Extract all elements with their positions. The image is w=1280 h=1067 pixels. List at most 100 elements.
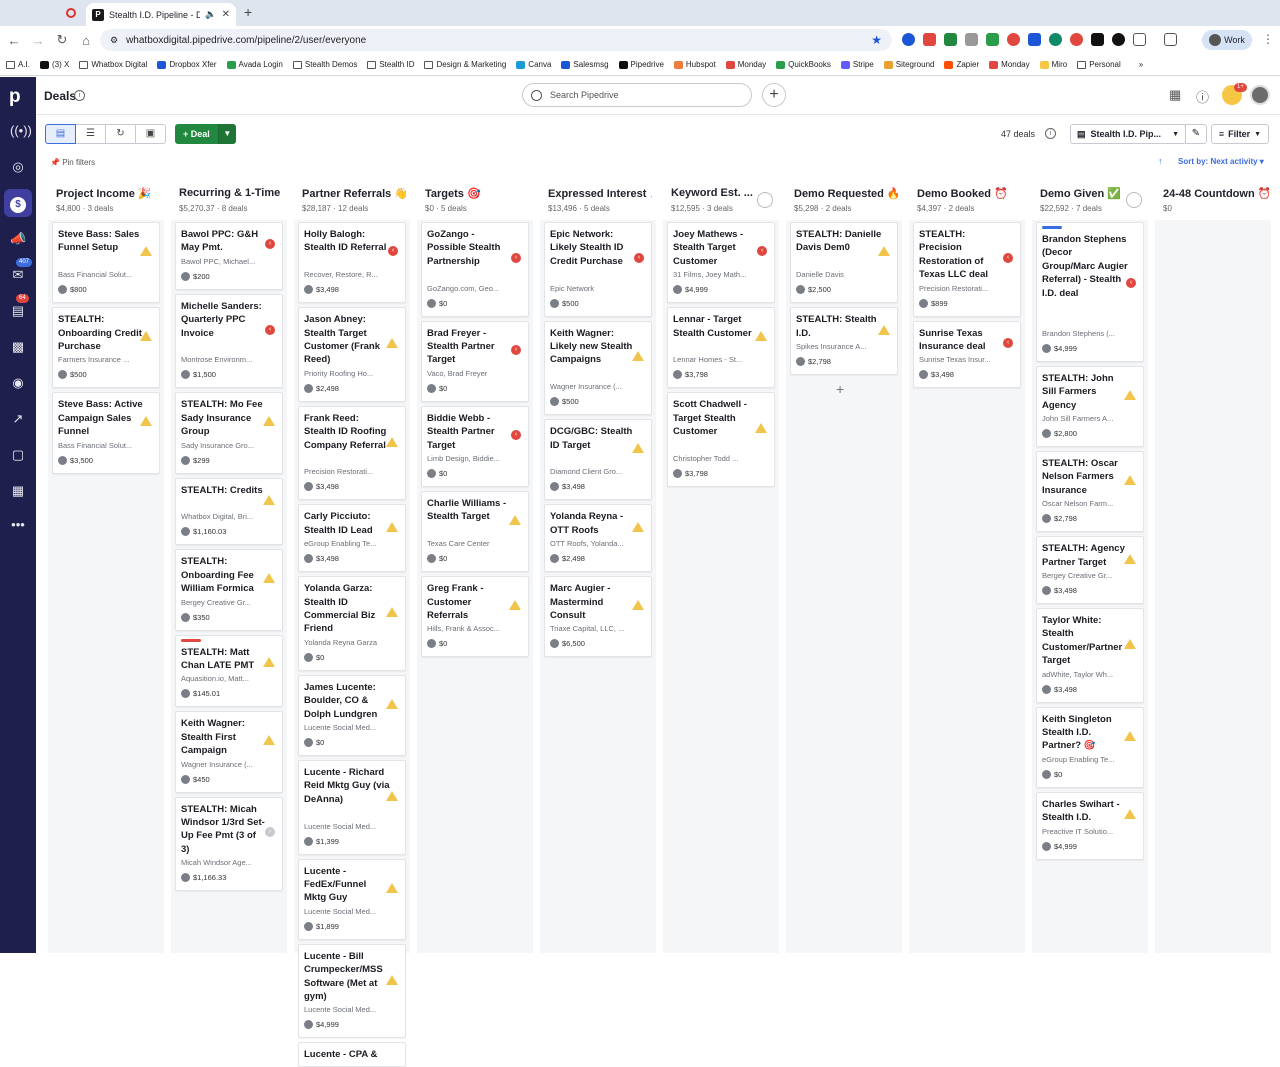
no-activity-warning-icon[interactable] [509, 600, 521, 611]
no-activity-warning-icon[interactable] [755, 423, 767, 434]
store-icon[interactable]: ▦ [1169, 87, 1181, 103]
deal-title[interactable]: Sunrise Texas Insurance deal [919, 327, 1005, 354]
deal-card[interactable]: STEALTH: Mo Fee Sady Insurance Group Sady… [175, 392, 283, 474]
forward-icon[interactable]: → [26, 33, 50, 48]
bookmark-item[interactable]: Canva [516, 60, 551, 69]
url-bar[interactable]: ⚙ whatboxdigital.pipedrive.com/pipeline/… [100, 29, 892, 51]
deal-title[interactable]: STEALTH: Onboarding Fee William Formica [181, 555, 267, 595]
no-activity-warning-icon[interactable] [386, 521, 398, 532]
filter-button[interactable]: ≡ Filter ▼ [1211, 124, 1269, 144]
deal-title[interactable]: James Lucente: Boulder, CO & Dolph Lundg… [304, 681, 390, 721]
deal-title[interactable]: STEALTH: Credits [181, 484, 267, 497]
no-activity-warning-icon[interactable] [1124, 638, 1136, 649]
add-deal-button[interactable]: + Deal ▼ [175, 124, 236, 144]
bookmark-item[interactable]: Personal [1077, 60, 1121, 69]
campaigns-icon[interactable]: 📣 [10, 231, 26, 247]
no-activity-warning-icon[interactable] [386, 974, 398, 985]
overdue-activity-icon[interactable]: ‹ [511, 429, 521, 440]
no-activity-warning-icon[interactable] [632, 443, 644, 454]
deal-card[interactable]: Lucente - Bill Crumpecker/MSS Software (… [298, 943, 406, 1039]
deal-title[interactable]: Holly Balogh: Stealth ID Referral [304, 228, 390, 255]
deal-card[interactable]: Steve Bass: Sales Funnel Setup Bass Finan… [52, 222, 160, 304]
deal-title[interactable]: Carly Picciuto: Stealth ID Lead [304, 510, 390, 537]
puzzle-icon[interactable] [1133, 33, 1146, 46]
deal-card[interactable]: Keith Singleton Stealth I.D. Partner? 🎯 e… [1036, 706, 1144, 788]
no-activity-warning-icon[interactable] [632, 351, 644, 362]
deal-card[interactable]: Holly Balogh: Stealth ID Referral Recover… [298, 222, 406, 304]
browser-menu-icon[interactable]: ⋮ [1262, 32, 1274, 46]
deal-title[interactable]: Frank Reed: Stealth ID Roofing Company R… [304, 412, 390, 452]
deal-card[interactable]: STEALTH: Onboarding Fee William Formica B… [175, 549, 283, 631]
deal-title[interactable]: Biddie Webb - Stealth Partner Target [427, 412, 513, 452]
deal-title[interactable]: STEALTH: Precision Restoration of Texas … [919, 228, 1005, 282]
bookmark-item[interactable]: Zapier [944, 60, 979, 69]
overdue-activity-icon[interactable]: ‹ [511, 252, 521, 263]
deal-title[interactable]: Lucente - CPA & [304, 1048, 390, 1061]
deal-title[interactable]: Keith Wagner: Stealth First Campaign [181, 717, 267, 757]
deal-card[interactable]: Keith Wagner: Stealth First Campaign Wagn… [175, 711, 283, 793]
close-tab-icon[interactable]: ✕ [222, 9, 230, 20]
overdue-activity-icon[interactable]: ‹ [511, 344, 521, 355]
deal-title[interactable]: Lucente - FedEx/Funnel Mktg Guy [304, 865, 390, 905]
deal-title[interactable]: STEALTH: Onboarding Credit Purchase [58, 313, 144, 353]
deal-card[interactable]: Carly Picciuto: Stealth ID Lead eGroup En… [298, 504, 406, 573]
target-icon[interactable]: ◎ [10, 159, 26, 175]
deal-card[interactable]: STEALTH: Credits Whatbox Digital, Bri... $… [175, 477, 283, 546]
no-activity-warning-icon[interactable] [263, 494, 275, 505]
deal-title[interactable]: STEALTH: Oscar Nelson Farmers Insurance [1042, 457, 1128, 497]
deal-card[interactable]: Yolanda Reyna - OTT Roofs OTT Roofs, Yola… [544, 504, 652, 573]
pipeline-view-icon[interactable]: ▤ [45, 124, 76, 144]
deal-card[interactable]: Lucente - Richard Reid Mktg Guy (via DeA… [298, 760, 406, 855]
deal-title[interactable]: Lennar - Target Stealth Customer [673, 313, 759, 340]
no-activity-warning-icon[interactable] [386, 436, 398, 447]
site-settings-icon[interactable]: ⚙ [110, 35, 118, 46]
chevron-down-icon[interactable]: ▼ [217, 124, 236, 144]
deal-title[interactable]: STEALTH: Micah Windsor 1/3rd Set-Up Fee … [181, 803, 267, 857]
bookmark-item[interactable]: A.I. [6, 60, 30, 69]
pipeline-selector[interactable]: ▤ Stealth I.D. Pip... ▼ [1070, 124, 1186, 144]
search-input[interactable]: Search Pipedrive [522, 83, 752, 107]
bookmark-item[interactable]: (3) X [40, 60, 69, 69]
deal-title[interactable]: Charles Swihart - Stealth I.D. [1042, 798, 1128, 825]
deal-card[interactable]: STEALTH: Danielle Davis Dem0 Danielle Dav… [790, 222, 898, 304]
add-deal-plus-icon[interactable]: + [836, 381, 844, 397]
extension-icon[interactable] [1091, 33, 1104, 46]
extension-icon[interactable] [1070, 33, 1083, 46]
no-activity-warning-icon[interactable] [386, 790, 398, 801]
deal-title[interactable]: Yolanda Garza: Stealth ID Commercial Biz… [304, 582, 390, 636]
overdue-activity-icon[interactable]: ‹ [265, 324, 275, 335]
record-icon[interactable] [66, 8, 76, 18]
deal-card[interactable]: STEALTH: Onboarding Credit Purchase Farme… [52, 307, 160, 389]
deals-icon[interactable]: $ [4, 189, 32, 217]
deal-title[interactable]: DCG/GBC: Stealth ID Target [550, 425, 636, 452]
extension-icon[interactable] [1028, 33, 1041, 46]
no-activity-warning-icon[interactable] [263, 735, 275, 746]
deal-card[interactable]: STEALTH: Agency Partner Target Bergey Cre… [1036, 536, 1144, 604]
quick-add-button[interactable]: + [762, 83, 786, 107]
bookmark-item[interactable]: Siteground [883, 60, 934, 69]
deal-card[interactable]: Steve Bass: Active Campaign Sales Funnel… [52, 392, 160, 474]
deal-card[interactable]: Bawol PPC: G&H May Pmt. Bawol PPC, Michae… [175, 222, 283, 290]
deal-card[interactable]: Lucente - FedEx/Funnel Mktg Guy Lucente S… [298, 858, 406, 940]
deal-card[interactable]: Charles Swihart - Stealth I.D. Preactive … [1036, 791, 1144, 860]
deal-title[interactable]: Lucente - Richard Reid Mktg Guy (via DeA… [304, 766, 390, 806]
no-activity-warning-icon[interactable] [632, 600, 644, 611]
no-activity-warning-icon[interactable] [386, 698, 398, 709]
overdue-activity-icon[interactable]: ‹ [1003, 252, 1013, 263]
deal-title[interactable]: STEALTH: Danielle Davis Dem0 [796, 228, 882, 255]
deal-card[interactable]: STEALTH: Matt Chan LATE PMT Aquasition.io… [175, 634, 283, 708]
more-icon[interactable]: ••• [10, 517, 26, 533]
deal-title[interactable]: Joey Mathews - Stealth Target Customer [673, 228, 759, 268]
edit-pencil-icon[interactable]: ✎ [1185, 124, 1207, 144]
leads-icon[interactable]: ((•)) [10, 123, 32, 139]
deal-card[interactable]: Lucente - CPA & [298, 1042, 406, 1067]
deal-title[interactable]: STEALTH: Stealth I.D. [796, 313, 882, 340]
add-deal-main[interactable]: + Deal [175, 124, 218, 144]
deal-card[interactable]: STEALTH: John Sill Farmers Agency John Si… [1036, 365, 1144, 447]
bookmark-item[interactable]: Hubspot [673, 60, 716, 69]
pipedrive-logo[interactable]: p [9, 86, 21, 108]
bookmark-item[interactable]: Dropbox Xfer [157, 60, 217, 69]
stage-circle-icon[interactable] [757, 192, 773, 208]
marketplace-icon[interactable]: ▦ [10, 483, 26, 499]
deal-title[interactable]: Taylor White: Stealth Customer/Partner T… [1042, 614, 1128, 668]
